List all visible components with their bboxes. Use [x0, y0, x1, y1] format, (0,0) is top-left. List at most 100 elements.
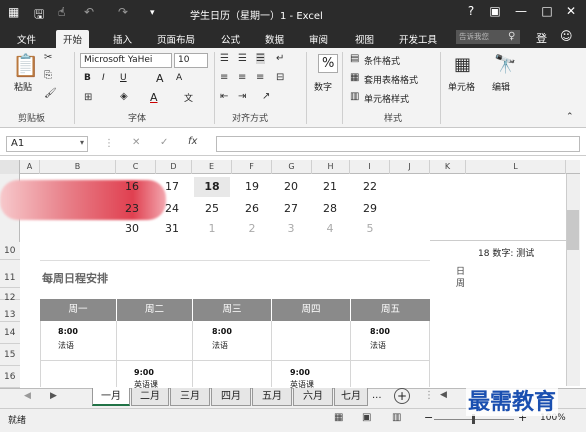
- column-header-a[interactable]: A: [20, 160, 40, 174]
- paste-button[interactable]: 粘贴: [14, 80, 32, 93]
- wrap-text-icon[interactable]: ↵: [276, 53, 284, 64]
- copy-icon[interactable]: ⎘: [44, 70, 52, 81]
- name-box[interactable]: A1: [6, 136, 88, 152]
- row-header-14[interactable]: 14: [0, 322, 20, 344]
- tab-developer[interactable]: 开发工具: [392, 30, 444, 48]
- align-middle-icon[interactable]: ☰: [238, 53, 247, 64]
- column-header-j[interactable]: J: [390, 160, 430, 174]
- new-sheet-button[interactable]: +: [394, 388, 410, 404]
- column-header-k[interactable]: K: [430, 160, 466, 174]
- column-header-l[interactable]: L: [466, 160, 566, 174]
- help-button[interactable]: ?: [462, 4, 480, 18]
- shrink-font-button[interactable]: A: [176, 73, 182, 83]
- column-header-e[interactable]: E: [192, 160, 232, 174]
- formula-input[interactable]: [216, 136, 580, 152]
- percent-style-button[interactable]: %: [318, 54, 339, 73]
- touch-mode-icon[interactable]: ☝: [58, 5, 65, 19]
- grow-font-button[interactable]: A: [156, 72, 164, 85]
- hscroll-left-icon[interactable]: ◀: [440, 390, 447, 400]
- row-header-15[interactable]: 15: [0, 344, 20, 366]
- align-right-icon[interactable]: ≡: [256, 72, 264, 83]
- share-icon[interactable]: ☺: [560, 29, 573, 43]
- tab-page-layout[interactable]: 页面布局: [150, 30, 202, 48]
- cells-button[interactable]: 单元格: [448, 80, 475, 93]
- align-bottom-icon[interactable]: ☰: [256, 53, 265, 64]
- cell-styles-button[interactable]: 单元格样式: [364, 92, 409, 105]
- tab-home[interactable]: 开始: [56, 30, 90, 48]
- cancel-button[interactable]: ✕: [132, 137, 140, 148]
- scroll-tabs-left-icon[interactable]: ◀: [24, 391, 31, 401]
- redo-icon[interactable]: ↷: [118, 5, 128, 19]
- column-header-c[interactable]: C: [116, 160, 156, 174]
- cells-icon[interactable]: ▦: [454, 54, 471, 75]
- row-header-10[interactable]: 10: [0, 242, 20, 260]
- column-header-g[interactable]: G: [272, 160, 312, 174]
- align-top-icon[interactable]: ☰: [220, 53, 229, 64]
- bold-button[interactable]: B: [84, 73, 91, 83]
- tab-split-icon[interactable]: ⋮: [424, 390, 434, 401]
- sheet-tab-jul[interactable]: 七月: [334, 388, 368, 406]
- fill-color-icon[interactable]: ◈: [120, 91, 128, 102]
- page-layout-view-icon[interactable]: ▣: [362, 412, 371, 423]
- underline-button[interactable]: U: [120, 73, 127, 83]
- customize-quick-access-icon[interactable]: ▾: [150, 8, 155, 18]
- tab-insert[interactable]: 插入: [106, 30, 139, 48]
- tab-data[interactable]: 数据: [258, 30, 291, 48]
- maximize-button[interactable]: □: [538, 4, 556, 18]
- name-box-dropdown-icon[interactable]: ▾: [80, 138, 84, 147]
- align-center-icon[interactable]: ≡: [238, 72, 246, 83]
- tab-file[interactable]: 文件: [10, 30, 43, 48]
- align-left-icon[interactable]: ≡: [220, 72, 228, 83]
- collapse-ribbon-icon[interactable]: ⌃: [566, 112, 574, 122]
- more-sheets-button[interactable]: ...: [372, 390, 382, 401]
- paste-icon[interactable]: 📋: [12, 54, 39, 79]
- zoom-out-button[interactable]: −: [424, 411, 433, 424]
- sheet-tab-feb[interactable]: 二月: [131, 388, 169, 406]
- page-break-view-icon[interactable]: ▥: [392, 412, 401, 423]
- sheet-tab-apr[interactable]: 四月: [211, 388, 251, 406]
- find-icon[interactable]: 🔭: [494, 54, 516, 75]
- orientation-icon[interactable]: ↗: [262, 91, 270, 102]
- increase-indent-icon[interactable]: ⇥: [238, 91, 246, 102]
- scroll-tabs-right-icon[interactable]: ▶: [50, 391, 57, 401]
- sheet-tab-mar[interactable]: 三月: [170, 388, 210, 406]
- cut-icon[interactable]: ✂: [44, 52, 52, 63]
- borders-icon[interactable]: ⊞: [84, 92, 92, 103]
- row-header-16[interactable]: 16: [0, 366, 20, 388]
- column-header-i[interactable]: I: [350, 160, 390, 174]
- enter-button[interactable]: ✓: [160, 137, 168, 148]
- decrease-indent-icon[interactable]: ⇤: [220, 91, 228, 102]
- save-icon[interactable]: 🖫: [34, 5, 44, 26]
- sheet-tab-jan[interactable]: 一月: [92, 388, 130, 406]
- column-header-d[interactable]: D: [156, 160, 192, 174]
- ribbon-display-button[interactable]: ▣: [486, 4, 504, 18]
- vertical-scroll-thumb[interactable]: [567, 210, 579, 250]
- font-size-select[interactable]: 10: [174, 53, 208, 68]
- tab-review[interactable]: 审阅: [302, 30, 335, 48]
- italic-button[interactable]: I: [102, 73, 105, 83]
- close-button[interactable]: ✕: [562, 4, 580, 18]
- column-header-b[interactable]: B: [40, 160, 116, 174]
- sheet-tab-may[interactable]: 五月: [252, 388, 292, 406]
- tab-view[interactable]: 视图: [348, 30, 381, 48]
- number-format-button[interactable]: 数字: [314, 80, 332, 93]
- sheet-tab-jun[interactable]: 六月: [293, 388, 333, 406]
- vertical-scrollbar[interactable]: [566, 174, 580, 386]
- account-icon[interactable]: 登: [536, 30, 547, 46]
- format-as-table-button[interactable]: 套用表格格式: [364, 73, 418, 86]
- phonetic-guide-button[interactable]: 文: [184, 91, 193, 104]
- conditional-format-button[interactable]: 条件格式: [364, 54, 400, 67]
- row-header-11[interactable]: 11: [0, 260, 20, 288]
- minimize-button[interactable]: —: [512, 4, 530, 18]
- normal-view-icon[interactable]: ▦: [334, 412, 343, 423]
- format-painter-icon[interactable]: 🖌: [44, 88, 57, 99]
- row-header-13[interactable]: 13: [0, 300, 20, 322]
- insert-function-button[interactable]: fx: [188, 136, 197, 147]
- select-all-corner[interactable]: [0, 160, 20, 174]
- column-header-h[interactable]: H: [312, 160, 350, 174]
- row-header-12[interactable]: 12: [0, 288, 20, 303]
- font-color-button[interactable]: A: [150, 91, 158, 104]
- tab-formulas[interactable]: 公式: [214, 30, 247, 48]
- undo-icon[interactable]: ↶: [84, 5, 94, 19]
- column-header-f[interactable]: F: [232, 160, 272, 174]
